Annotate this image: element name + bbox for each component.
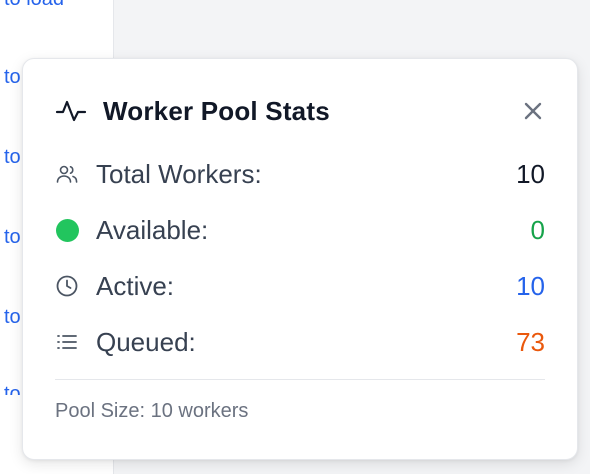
stat-queued: Queued: 73 xyxy=(55,325,545,359)
stat-label: Queued: xyxy=(96,326,196,357)
stat-value: 10 xyxy=(516,270,545,301)
stat-active: Active: 10 xyxy=(55,269,545,303)
popover-header: Worker Pool Stats xyxy=(55,95,545,127)
stat-value: 73 xyxy=(516,326,545,357)
stat-value: 0 xyxy=(530,214,545,245)
users-icon xyxy=(55,162,79,186)
green-dot-icon xyxy=(55,218,79,242)
stat-label: Total Workers: xyxy=(96,158,262,189)
stat-label: Active: xyxy=(96,270,175,301)
close-button[interactable] xyxy=(521,99,545,123)
divider xyxy=(55,379,545,380)
stat-available: Available: 0 xyxy=(55,213,545,247)
close-icon xyxy=(524,102,542,120)
pool-size-footer: Pool Size: 10 workers xyxy=(55,400,249,422)
stat-label: Available: xyxy=(96,214,209,245)
stat-value: 10 xyxy=(516,158,545,189)
list-icon xyxy=(55,330,79,354)
stat-total-workers: Total Workers: 10 xyxy=(55,157,545,191)
activity-icon xyxy=(55,95,87,127)
worker-pool-stats-popover: Worker Pool Stats Total Workers: 10 Avai… xyxy=(22,58,578,460)
popover-title: Worker Pool Stats xyxy=(103,95,330,126)
clock-icon xyxy=(55,274,79,298)
background-link[interactable]: to load xyxy=(4,0,64,11)
